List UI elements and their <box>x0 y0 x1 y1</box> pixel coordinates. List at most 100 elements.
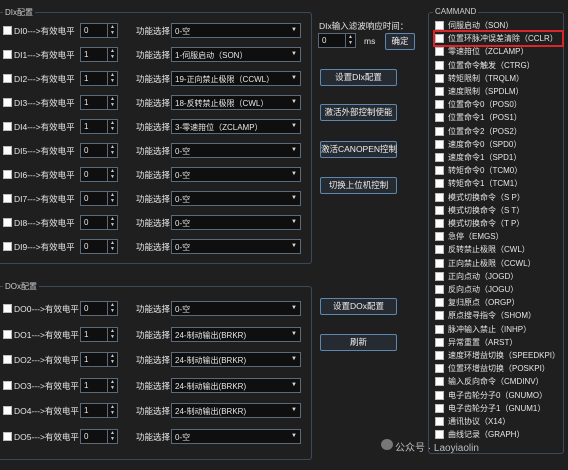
command-checkbox[interactable] <box>435 139 444 149</box>
command-checkbox[interactable] <box>435 298 444 308</box>
command-item[interactable]: 模式切换命令（S P） <box>435 191 525 204</box>
row-checkbox[interactable] <box>3 380 12 390</box>
command-checkbox[interactable] <box>435 337 444 347</box>
level-spinbox[interactable]: 0 ▲ ▼ <box>80 143 118 158</box>
level-spinbox[interactable]: 0 ▲ ▼ <box>80 215 118 230</box>
command-item[interactable]: 零速箝位（ZCLAMP） <box>435 45 528 58</box>
row-checkbox[interactable] <box>3 194 12 203</box>
spin-arrows-icon[interactable]: ▲ ▼ <box>107 96 117 109</box>
level-spinbox[interactable]: 0 ▲ ▼ <box>80 301 118 316</box>
function-select-dropdown[interactable]: 0-空 ▼ <box>171 167 301 182</box>
command-checkbox[interactable] <box>435 403 444 413</box>
command-item[interactable]: 异常重置（ARST） <box>435 336 517 349</box>
level-spinbox[interactable]: 0 ▲ ▼ <box>80 239 118 254</box>
level-spinbox[interactable]: 1 ▲ ▼ <box>80 119 118 134</box>
command-checkbox[interactable] <box>435 324 444 334</box>
level-spinbox[interactable]: 0 ▲ ▼ <box>80 23 118 38</box>
set-di-config-button[interactable]: 设置DIx配置 <box>320 69 397 86</box>
spin-arrows-icon[interactable]: ▲ ▼ <box>107 240 117 253</box>
filter-time-spinbox[interactable]: 0 ▲ ▼ <box>318 33 356 48</box>
command-checkbox[interactable] <box>435 364 444 374</box>
function-select-dropdown[interactable]: 0-空 ▼ <box>171 23 301 38</box>
function-select-dropdown[interactable]: 19-正向禁止极限（CCWL） ▼ <box>171 71 301 86</box>
spin-arrows-icon[interactable]: ▲ ▼ <box>107 378 117 392</box>
row-checkbox[interactable] <box>3 26 12 35</box>
spin-arrows-icon[interactable]: ▲ ▼ <box>107 144 117 157</box>
command-checkbox[interactable] <box>435 126 444 136</box>
command-checkbox[interactable] <box>435 377 444 387</box>
row-checkbox[interactable] <box>3 74 12 83</box>
row-checkbox[interactable] <box>3 431 12 441</box>
row-checkbox[interactable] <box>3 98 12 107</box>
command-item[interactable]: 脉冲输入禁止（INHP） <box>435 323 531 336</box>
command-checkbox[interactable] <box>435 21 444 30</box>
row-checkbox[interactable] <box>3 50 12 59</box>
level-spinbox[interactable]: 1 ▲ ▼ <box>80 403 118 418</box>
row-checkbox[interactable] <box>3 406 12 415</box>
level-spinbox[interactable]: 1 ▲ ▼ <box>80 95 118 110</box>
command-item[interactable]: 反向点动（JOGU） <box>435 283 518 296</box>
command-checkbox[interactable] <box>435 100 444 110</box>
command-item[interactable]: 模式切换命令（S T） <box>435 204 524 217</box>
spin-arrows-icon[interactable]: ▲ ▼ <box>107 404 117 417</box>
spin-arrows-icon[interactable]: ▲ ▼ <box>107 353 117 366</box>
level-spinbox[interactable]: 0 ▲ ▼ <box>80 191 118 206</box>
command-item[interactable]: 电子齿轮分子0（GNUMO） <box>435 389 547 402</box>
command-checkbox[interactable] <box>435 285 444 294</box>
spin-arrows-icon[interactable]: ▲ ▼ <box>107 192 117 205</box>
command-checkbox[interactable] <box>435 113 444 123</box>
command-checkbox[interactable] <box>435 232 444 242</box>
function-select-dropdown[interactable]: 0-空 ▼ <box>171 143 301 158</box>
command-item[interactable]: 转矩命令1（TCM1） <box>435 177 522 190</box>
level-spinbox[interactable]: 1 ▲ ▼ <box>80 377 118 393</box>
command-checkbox[interactable] <box>435 73 444 83</box>
spin-arrows-icon[interactable]: ▲ ▼ <box>107 429 117 443</box>
level-spinbox[interactable]: 1 ▲ ▼ <box>80 47 118 62</box>
command-item[interactable]: 速度命令1（SPD1） <box>435 151 521 164</box>
command-checkbox[interactable] <box>435 430 444 440</box>
command-item[interactable]: 通讯协议（X14） <box>435 415 510 428</box>
function-select-dropdown[interactable]: 0-空 ▼ <box>171 215 301 230</box>
spin-arrows-icon[interactable]: ▲ ▼ <box>107 120 117 133</box>
command-checkbox[interactable] <box>435 87 444 96</box>
refresh-button[interactable]: 刷新 <box>320 334 397 351</box>
spin-arrows-icon[interactable]: ▲ ▼ <box>107 48 117 61</box>
command-checkbox[interactable] <box>435 47 444 57</box>
function-select-dropdown[interactable]: 1-伺服启动（SON） ▼ <box>171 47 301 62</box>
command-checkbox[interactable] <box>435 258 444 268</box>
function-select-dropdown[interactable]: 0-空 ▼ <box>171 191 301 206</box>
activate-canopen-button[interactable]: 激活CANOPEN控制 <box>320 141 397 158</box>
command-item[interactable]: 转矩命令0（TCM0） <box>435 164 522 177</box>
command-item[interactable]: 位置命令触发（CTRG） <box>435 59 535 72</box>
level-spinbox[interactable]: 1 ▲ ▼ <box>80 352 118 367</box>
command-checkbox[interactable] <box>435 192 444 202</box>
function-select-dropdown[interactable]: 24-制动输出(BRKR) ▼ <box>171 403 301 418</box>
command-checkbox[interactable] <box>435 351 444 360</box>
confirm-button[interactable]: 确定 <box>385 33 415 50</box>
command-checkbox[interactable] <box>435 205 444 215</box>
function-select-dropdown[interactable]: 24-制动输出(BRKR) ▼ <box>171 326 301 342</box>
function-select-dropdown[interactable]: 24-制动输出(BRKR) ▼ <box>171 352 301 367</box>
command-item[interactable]: 速度环增益切换（SPEEDKPI） <box>435 349 560 362</box>
spin-arrows-icon[interactable]: ▲ ▼ <box>107 24 117 37</box>
command-checkbox[interactable] <box>435 166 444 176</box>
function-select-dropdown[interactable]: 24-制动输出(BRKR) ▼ <box>171 377 301 393</box>
function-select-dropdown[interactable]: 0-空 ▼ <box>171 301 301 316</box>
command-item[interactable]: 反转禁止极限（CWL） <box>435 243 530 256</box>
command-item[interactable]: 位置命令1（POS1） <box>435 111 522 124</box>
row-checkbox[interactable] <box>3 122 12 131</box>
command-item[interactable]: 位置命令0（POS0） <box>435 98 522 111</box>
command-item[interactable]: 原点搜寻指令（SHOM） <box>435 309 536 322</box>
set-do-config-button[interactable]: 设置DOx配置 <box>320 298 397 315</box>
command-item[interactable]: 转矩限制（TRQLM） <box>435 72 524 85</box>
command-item[interactable]: 电子齿轮分子1（GNUM1） <box>435 402 545 415</box>
command-item[interactable]: 速度限制（SPDLM） <box>435 85 524 98</box>
spin-arrows-icon[interactable]: ▲ ▼ <box>107 72 117 85</box>
command-item[interactable]: 输入反向命令（CMDINV） <box>435 375 544 388</box>
row-checkbox[interactable] <box>3 146 12 155</box>
command-checkbox[interactable] <box>435 271 444 281</box>
command-item[interactable]: 速度命令0（SPD0） <box>435 138 521 151</box>
row-checkbox[interactable] <box>3 218 12 227</box>
command-item[interactable]: 正向点动（JOGD） <box>435 270 518 283</box>
command-checkbox[interactable] <box>435 390 444 400</box>
